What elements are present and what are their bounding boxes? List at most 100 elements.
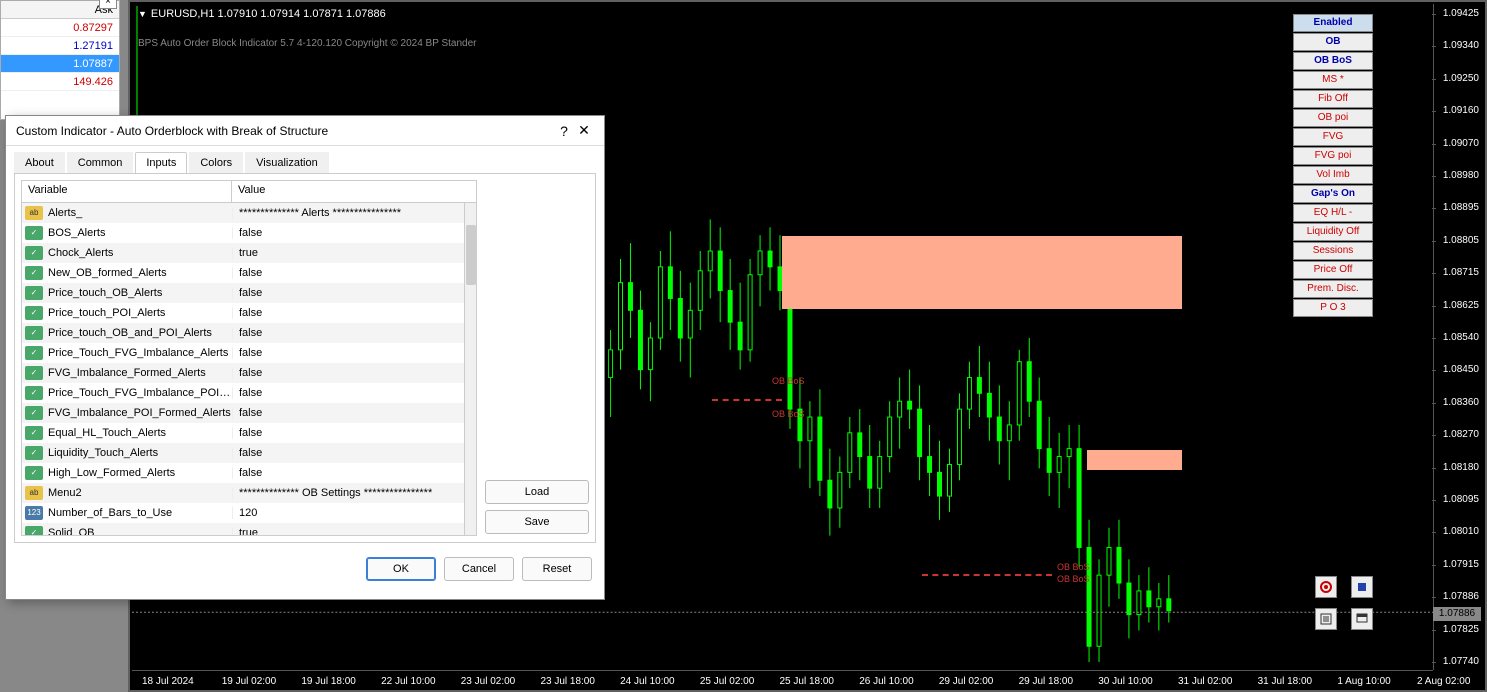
market-watch-row[interactable]: 149.426 [1,73,119,91]
help-icon[interactable]: ? [554,123,574,139]
ok-button[interactable]: OK [366,557,436,581]
tab-colors[interactable]: Colors [189,152,243,173]
tab-inputs[interactable]: Inputs [135,152,187,173]
input-row[interactable]: ✓FVG_Imbalance_Formed_Alertsfalse [22,363,464,383]
input-row[interactable]: ✓Chock_Alertstrue [22,243,464,263]
bos-line [712,399,782,401]
market-watch-row[interactable]: 1.27191 [1,37,119,55]
grid-scrollbar[interactable] [464,203,476,535]
input-variable-name: BOS_Alerts [46,227,232,239]
input-variable-value[interactable]: ************** Alerts **************** [232,207,464,219]
stop-icon[interactable] [1351,576,1373,598]
input-variable-value[interactable]: false [232,287,464,299]
input-row[interactable]: abAlerts_************** Alerts *********… [22,203,464,223]
cancel-button[interactable]: Cancel [444,557,514,581]
panel-button[interactable]: FVG poi [1293,147,1373,165]
panel-button[interactable]: EQ H/L - [1293,204,1373,222]
input-row[interactable]: ✓Price_Touch_FVG_Imbalance_POI_Al...fals… [22,383,464,403]
input-variable-value[interactable]: false [232,407,464,419]
input-variable-value[interactable]: false [232,387,464,399]
input-variable-name: New_OB_formed_Alerts [46,267,232,279]
input-variable-value[interactable]: false [232,447,464,459]
market-watch-row[interactable]: 1.07887 [1,55,119,73]
input-variable-name: FVG_Imbalance_POI_Formed_Alerts [46,407,232,419]
panel-button[interactable]: P O 3 [1293,299,1373,317]
time-axis: 18 Jul 202419 Jul 02:0019 Jul 18:0022 Ju… [132,670,1433,688]
input-variable-value[interactable]: 120 [232,507,464,519]
record-icon[interactable] [1315,576,1337,598]
input-variable-value[interactable]: false [232,267,464,279]
tab-visualization[interactable]: Visualization [245,152,329,173]
col-header-variable[interactable]: Variable [22,181,232,202]
bool-icon: ✓ [25,306,43,320]
input-variable-value[interactable]: false [232,307,464,319]
bos-line [922,574,1052,576]
input-row[interactable]: ✓Price_touch_OB_Alertsfalse [22,283,464,303]
input-row[interactable]: ✓Price_Touch_FVG_Imbalance_Alertsfalse [22,343,464,363]
input-row[interactable]: ✓Price_touch_POI_Alertsfalse [22,303,464,323]
list-icon[interactable] [1315,608,1337,630]
inputs-grid-body[interactable]: abAlerts_************** Alerts *********… [22,203,464,535]
panel-button[interactable]: OB BoS [1293,52,1373,70]
tab-common[interactable]: Common [67,152,134,173]
input-row[interactable]: 123Number_of_Bars_to_Use120 [22,503,464,523]
panel-button[interactable]: Liquidity Off [1293,223,1373,241]
input-variable-value[interactable]: ************** OB Settings *************… [232,487,464,499]
input-row[interactable]: ✓Liquidity_Touch_Alertsfalse [22,443,464,463]
panel-button[interactable]: Enabled [1293,14,1373,32]
input-row[interactable]: ✓Solid_OBtrue [22,523,464,535]
panel-button[interactable]: MS * [1293,71,1373,89]
input-variable-value[interactable]: true [232,247,464,259]
reset-button[interactable]: Reset [522,557,592,581]
input-variable-value[interactable]: false [232,467,464,479]
market-watch-row[interactable]: 0.87297 [1,19,119,37]
price-tick-label: 1.09340 [1441,40,1481,51]
input-row[interactable]: ✓Price_touch_OB_and_POI_Alertsfalse [22,323,464,343]
market-watch-close-icon[interactable]: × [99,0,117,9]
time-tick-label: 19 Jul 02:00 [222,676,277,687]
save-button[interactable]: Save [485,510,589,534]
bool-icon: ✓ [25,366,43,380]
time-tick-label: 29 Jul 02:00 [939,676,994,687]
input-variable-value[interactable]: false [232,327,464,339]
tab-about[interactable]: About [14,152,65,173]
input-row[interactable]: ✓High_Low_Formed_Alertsfalse [22,463,464,483]
panel-button[interactable]: Fib Off [1293,90,1373,108]
panel-button[interactable]: Price Off [1293,261,1373,279]
inputs-grid[interactable]: Variable Value abAlerts_************** A… [21,180,477,536]
input-row[interactable]: abMenu2************** OB Settings ******… [22,483,464,503]
time-tick-label: 29 Jul 18:00 [1019,676,1074,687]
terminal-icon[interactable] [1351,608,1373,630]
scroll-thumb[interactable] [466,225,476,285]
input-variable-name: Price_Touch_FVG_Imbalance_Alerts [46,347,232,359]
bool-icon: ✓ [25,326,43,340]
price-tick-label: 1.08450 [1441,364,1481,375]
bool-icon: ✓ [25,346,43,360]
panel-button[interactable]: Vol Imb [1293,166,1373,184]
close-icon[interactable]: ✕ [574,122,594,139]
load-button[interactable]: Load [485,480,589,504]
input-variable-value[interactable]: true [232,527,464,535]
input-variable-name: Liquidity_Touch_Alerts [46,447,232,459]
panel-button[interactable]: Sessions [1293,242,1373,260]
input-variable-value[interactable]: false [232,227,464,239]
time-tick-label: 26 Jul 10:00 [859,676,914,687]
input-variable-value[interactable]: false [232,427,464,439]
col-header-value[interactable]: Value [232,181,476,202]
order-block-zone [1087,450,1182,470]
input-row[interactable]: ✓Equal_HL_Touch_Alertsfalse [22,423,464,443]
panel-button[interactable]: Prem. Disc. [1293,280,1373,298]
panel-button[interactable]: FVG [1293,128,1373,146]
input-row[interactable]: ✓FVG_Imbalance_POI_Formed_Alertsfalse [22,403,464,423]
input-variable-value[interactable]: false [232,367,464,379]
time-tick-label: 24 Jul 10:00 [620,676,675,687]
price-tick-label: 1.08010 [1441,526,1481,537]
input-row[interactable]: ✓BOS_Alertsfalse [22,223,464,243]
panel-button[interactable]: OB poi [1293,109,1373,127]
panel-button[interactable]: Gap's On [1293,185,1373,203]
price-tick-label: 1.07825 [1441,624,1481,635]
panel-button[interactable]: OB [1293,33,1373,51]
indicator-control-panel: EnabledOBOB BoSMS *Fib OffOB poiFVGFVG p… [1293,14,1373,317]
input-row[interactable]: ✓New_OB_formed_Alertsfalse [22,263,464,283]
input-variable-value[interactable]: false [232,347,464,359]
